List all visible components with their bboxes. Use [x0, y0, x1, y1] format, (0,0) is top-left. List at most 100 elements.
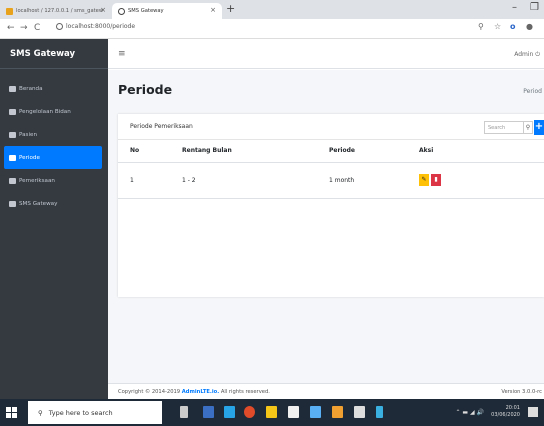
users-icon: [9, 131, 16, 138]
sidebar-item-periode[interactable]: Periode: [4, 146, 102, 169]
delete-button[interactable]: ▮: [431, 174, 441, 186]
plus-icon: +: [534, 121, 544, 132]
breadcrumb[interactable]: Period: [523, 88, 542, 95]
sidebar-item-pemeriksaan[interactable]: Pemeriksaan: [0, 169, 104, 192]
footer: Copyright © 2014-2019 AdminLTE.io. All r…: [108, 383, 544, 399]
sidebar-nav: Beranda Pengelolaan Bidan Pasien Periode…: [0, 69, 108, 215]
edit-button[interactable]: ✎: [419, 174, 429, 186]
column-header-rentang-bulan: Rentang Bulan: [182, 140, 329, 163]
cell-aksi: ✎ ▮: [419, 162, 544, 199]
browser-tab-phpmyadmin[interactable]: localhost / 127.0.0.1 / sms_gatew ×: [0, 3, 112, 19]
user-menu[interactable]: Admin ⏻: [514, 51, 540, 59]
message-icon: [9, 200, 16, 207]
site-info-icon[interactable]: [56, 23, 63, 30]
notification-icon[interactable]: [528, 407, 538, 417]
user-name: Admin: [514, 51, 534, 58]
explorer-icon[interactable]: [288, 406, 299, 418]
tab-label: localhost / 127.0.0.1 / sms_gatew: [16, 8, 104, 14]
reload-icon[interactable]: C: [34, 23, 40, 33]
table-row: 1 1 - 2 1 month ✎ ▮: [118, 162, 544, 199]
address-bar: ← → C localhost:8000/periode ⚲ ☆ o ●: [0, 19, 544, 39]
sidebar: SMS Gateway Beranda Pengelolaan Bidan Pa…: [0, 39, 108, 399]
card-header: Periode Pemeriksaan Search ⚲ +: [118, 114, 544, 140]
sidebar-item-label: Pengelolaan Bidan: [19, 108, 71, 115]
adminlte-link[interactable]: AdminLTE.io.: [182, 389, 219, 395]
page-title: Periode: [118, 82, 173, 97]
trash-icon: ▮: [434, 176, 438, 183]
windows-start-icon[interactable]: [6, 407, 17, 418]
user-icon: [9, 108, 16, 115]
sidebar-item-pasien[interactable]: Pasien: [0, 123, 104, 146]
app-icon[interactable]: [310, 406, 321, 418]
periode-table: No Rentang Bulan Periode Aksi 1 1 - 2 1 …: [118, 140, 544, 199]
url-field[interactable]: localhost:8000/periode: [56, 23, 135, 30]
vscode-icon[interactable]: [224, 406, 235, 418]
power-icon[interactable]: ⏻: [535, 51, 540, 58]
new-tab-icon[interactable]: +: [226, 2, 235, 15]
home-icon: [9, 85, 16, 92]
minimize-icon[interactable]: –: [512, 2, 517, 13]
top-navbar: ≡ Admin ⏻: [108, 39, 544, 69]
clock-time: 20:01: [505, 405, 520, 411]
copyright-prefix: Copyright © 2014-2019: [118, 389, 182, 395]
copyright: Copyright © 2014-2019 AdminLTE.io. All r…: [118, 389, 270, 395]
browser-tab-bar: localhost / 127.0.0.1 / sms_gatew × SMS …: [0, 0, 544, 19]
tab-label: SMS Gateway: [128, 8, 164, 14]
taskbar-search-input[interactable]: ⚲ Type here to search: [28, 401, 162, 424]
brand-title[interactable]: SMS Gateway: [0, 39, 108, 69]
cell-rentang-bulan: 1 - 2: [182, 162, 329, 199]
content-area: Periode Period Periode Pemeriksaan Searc…: [108, 70, 544, 383]
sidebar-item-label: Pasien: [19, 131, 38, 138]
sidebar-item-label: Pemeriksaan: [19, 177, 55, 184]
table-header-row: No Rentang Bulan Periode Aksi: [118, 140, 544, 163]
sidebar-item-pengelolaan-bidan[interactable]: Pengelolaan Bidan: [0, 100, 104, 123]
periode-card: Periode Pemeriksaan Search ⚲ + No Rentan…: [118, 114, 544, 297]
cell-no: 1: [118, 162, 182, 199]
profile-icon[interactable]: ●: [526, 22, 533, 31]
sidebar-item-beranda[interactable]: Beranda: [0, 77, 104, 100]
globe-icon: [118, 7, 125, 15]
close-icon[interactable]: ×: [210, 6, 216, 14]
column-header-no: No: [118, 140, 182, 163]
menu-toggle-icon[interactable]: ≡: [118, 49, 126, 59]
edit-icon: ✎: [421, 176, 427, 183]
forward-icon[interactable]: →: [20, 23, 28, 33]
sidebar-item-label: Periode: [19, 154, 40, 161]
terminal-icon[interactable]: [376, 406, 383, 418]
notepad-icon[interactable]: [354, 406, 365, 418]
os-taskbar: ⚲ Type here to search ⌃ ▬ ◢ 🔊 20:01 03/0…: [0, 399, 544, 426]
clock-date: 03/06/2020: [491, 412, 520, 418]
url-text: localhost:8000/periode: [66, 23, 136, 30]
system-tray-icons[interactable]: ⌃ ▬ ◢ 🔊: [455, 409, 484, 416]
chrome-icon[interactable]: [244, 406, 255, 418]
clipboard-icon: [9, 177, 16, 184]
extension-icon[interactable]: o: [510, 22, 516, 31]
store-icon[interactable]: [266, 406, 277, 418]
close-icon[interactable]: ×: [100, 6, 106, 14]
card-title: Periode Pemeriksaan: [130, 123, 193, 130]
add-button[interactable]: +: [534, 120, 544, 135]
column-header-aksi: Aksi: [419, 140, 544, 163]
search-icon: ⚲: [525, 124, 531, 131]
phpmyadmin-icon: [6, 7, 13, 15]
search-input[interactable]: Search: [484, 121, 524, 134]
taskbar-search-placeholder: Type here to search: [48, 408, 113, 417]
star-icon[interactable]: ☆: [494, 22, 501, 31]
search-button[interactable]: ⚲: [523, 121, 533, 134]
browser-tab-sms-gateway[interactable]: SMS Gateway ×: [112, 3, 222, 19]
file-explorer-icon[interactable]: [203, 406, 214, 418]
search-icon: ⚲: [38, 408, 43, 417]
restore-icon[interactable]: ❐: [530, 2, 539, 13]
sidebar-item-label: Beranda: [19, 85, 43, 92]
task-view-icon[interactable]: [180, 406, 188, 418]
sidebar-item-sms-gateway[interactable]: SMS Gateway: [0, 192, 104, 215]
version-label: Version 3.0.0-rc: [501, 389, 542, 395]
column-header-periode: Periode: [329, 140, 419, 163]
sidebar-item-label: SMS Gateway: [19, 200, 58, 207]
search-icon[interactable]: ⚲: [478, 22, 484, 31]
cell-periode: 1 month: [329, 162, 419, 199]
clock[interactable]: 20:01 03/06/2020: [491, 405, 520, 419]
sublime-icon[interactable]: [332, 406, 343, 418]
table-icon: [9, 154, 16, 161]
back-icon[interactable]: ←: [7, 23, 15, 33]
